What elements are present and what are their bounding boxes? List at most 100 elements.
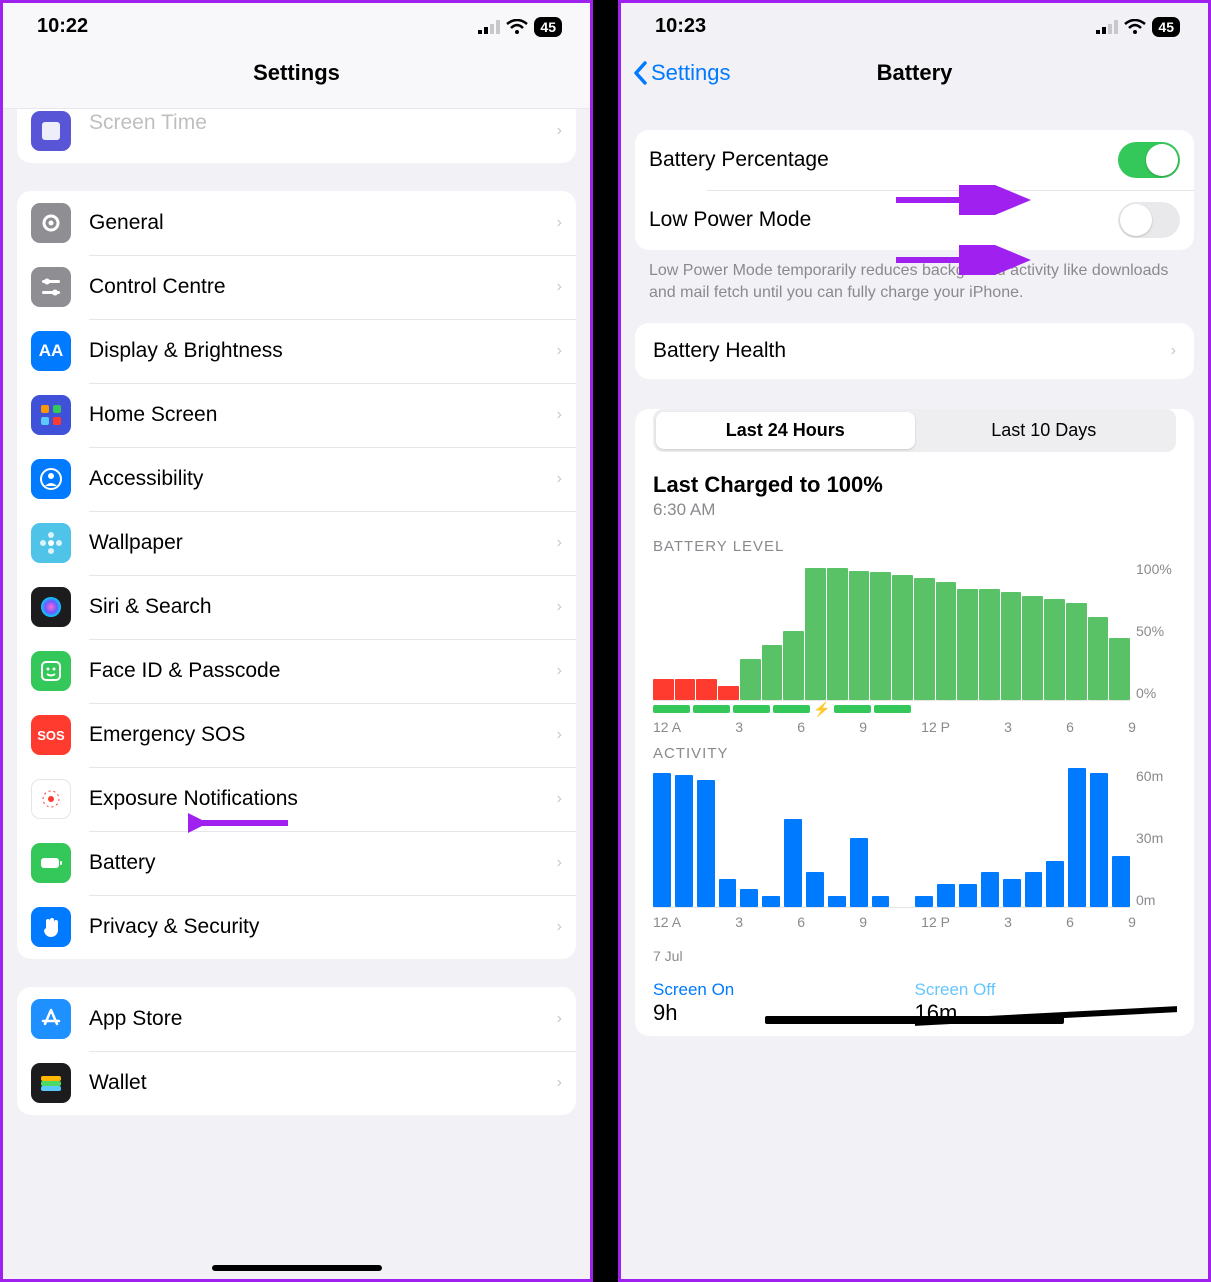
wifi-icon (506, 19, 528, 35)
clock: 10:23 (655, 15, 706, 38)
flower-icon (31, 523, 71, 563)
chevron-right-icon: › (557, 1010, 562, 1028)
date-chip: 7 Jul (653, 948, 683, 964)
appstore-icon (31, 999, 71, 1039)
chevron-right-icon: › (1171, 342, 1176, 360)
row-label: Low Power Mode (649, 208, 1118, 232)
right-screenshot: 10:23 45 Settings Battery Battery Percen… (618, 0, 1211, 1282)
row-label: Face ID & Passcode (89, 659, 557, 683)
chevron-right-icon: › (557, 342, 562, 360)
row-label: Siri & Search (89, 595, 557, 619)
battery-icon (31, 843, 71, 883)
status-bar: 10:22 45 (3, 3, 590, 42)
AA-icon: AA (31, 331, 71, 371)
chevron-right-icon: › (557, 214, 562, 232)
row-label: Battery Percentage (649, 148, 1118, 172)
settings-row-wallpaper[interactable]: Wallpaper› (17, 511, 576, 575)
battery-toggles-group: Battery Percentage Low Power Mode (635, 130, 1194, 250)
back-label: Settings (651, 60, 731, 86)
x-axis-ticks: 12 A36912 P369 (635, 908, 1194, 940)
chevron-right-icon: › (557, 534, 562, 552)
row-label: Wallet (89, 1071, 557, 1095)
battery-health-group: Battery Health › (635, 323, 1194, 379)
time-range-segmented[interactable]: Last 24 Hours Last 10 Days (653, 409, 1176, 452)
battery-health-row[interactable]: Battery Health › (635, 323, 1194, 379)
page-title: Battery (877, 60, 953, 86)
last-charged-title: Last Charged to 100% (635, 466, 1194, 500)
chevron-right-icon: › (557, 598, 562, 616)
row-label: Exposure Notifications (89, 787, 557, 811)
settings-row-home-screen[interactable]: Home Screen› (17, 383, 576, 447)
settings-row-siri-search[interactable]: Siri & Search› (17, 575, 576, 639)
hand-icon (31, 907, 71, 947)
grid-icon (31, 395, 71, 435)
chevron-right-icon: › (557, 406, 562, 424)
chevron-right-icon: › (557, 790, 562, 808)
chevron-right-icon: › (557, 854, 562, 872)
settings-row-face-id-passcode[interactable]: Face ID & Passcode› (17, 639, 576, 703)
sliders-icon (31, 267, 71, 307)
redaction-bar (765, 1016, 1064, 1024)
settings-row-general[interactable]: General› (17, 191, 576, 255)
signal-icon (1096, 20, 1118, 34)
settings-row-wallet[interactable]: Wallet› (17, 1051, 576, 1115)
last-charged-time: 6:30 AM (635, 500, 1194, 538)
settings-row-privacy-security[interactable]: Privacy & Security› (17, 895, 576, 959)
siri-icon (31, 587, 71, 627)
battery-level-chart: 100%50%0% (635, 561, 1194, 701)
screen-off-label: Screen Off (915, 980, 1177, 1000)
chevron-right-icon: › (557, 662, 562, 680)
chevron-left-icon (633, 61, 649, 85)
status-bar: 10:23 45 (621, 3, 1208, 42)
usage-card: Last 24 Hours Last 10 Days Last Charged … (635, 409, 1194, 1036)
settings-row-emergency-sos[interactable]: SOSEmergency SOS› (17, 703, 576, 767)
person-icon (31, 459, 71, 499)
nav-bar: Settings Battery (621, 42, 1208, 100)
tab-last-24-hours[interactable]: Last 24 Hours (656, 412, 915, 449)
x-axis-ticks: 12 A36912 P369 (635, 713, 1194, 745)
chevron-right-icon: › (557, 278, 562, 296)
chevron-right-icon: › (557, 1074, 562, 1092)
settings-row-display-brightness[interactable]: AA Display & Brightness› (17, 319, 576, 383)
row-label: Control Centre (89, 275, 557, 299)
battery-percentage-toggle[interactable] (1118, 142, 1180, 178)
settings-group-main: General›Control Centre›AADisplay & Brigh… (17, 191, 576, 959)
screen-time-row[interactable]: Screen Time › (17, 109, 576, 163)
activity-label: ACTIVITY (635, 745, 1194, 768)
dots-icon (31, 779, 71, 819)
gear-icon (31, 203, 71, 243)
battery-indicator: 45 (1152, 17, 1180, 37)
row-label: Emergency SOS (89, 723, 557, 747)
wifi-icon (1124, 19, 1146, 35)
screen-on-label: Screen On (653, 980, 915, 1000)
wallet-icon (31, 1063, 71, 1103)
settings-group-store: App Store›Wallet› (17, 987, 576, 1115)
battery-level-label: BATTERY LEVEL (635, 538, 1194, 561)
low-power-mode-row[interactable]: Low Power Mode (635, 190, 1194, 250)
chevron-right-icon: › (557, 918, 562, 936)
battery-percentage-row[interactable]: Battery Percentage (635, 130, 1194, 190)
settings-group-peek: Screen Time › (17, 109, 576, 163)
settings-row-control-centre[interactable]: Control Centre› (17, 255, 576, 319)
row-label: General (89, 211, 557, 235)
page-title: Settings (253, 60, 340, 86)
settings-row-app-store[interactable]: App Store› (17, 987, 576, 1051)
battery-indicator: 45 (534, 17, 562, 37)
row-label: Screen Time (89, 111, 557, 135)
low-power-mode-note: Low Power Mode temporarily reduces backg… (621, 260, 1208, 323)
settings-row-battery[interactable]: Battery› (17, 831, 576, 895)
row-label: Display & Brightness (89, 339, 557, 363)
screentime-icon (31, 111, 71, 151)
settings-row-exposure-notifications[interactable]: Exposure Notifications› (17, 767, 576, 831)
row-label: Privacy & Security (89, 915, 557, 939)
charging-strip: ⚡ (653, 705, 1136, 713)
back-button[interactable]: Settings (633, 60, 731, 86)
chevron-right-icon: › (557, 470, 562, 488)
home-indicator[interactable] (212, 1265, 382, 1271)
low-power-mode-toggle[interactable] (1118, 202, 1180, 238)
clock: 10:22 (37, 15, 88, 38)
tab-last-10-days[interactable]: Last 10 Days (915, 412, 1174, 449)
settings-row-accessibility[interactable]: Accessibility› (17, 447, 576, 511)
chevron-right-icon: › (557, 122, 562, 140)
nav-bar: Settings (3, 42, 590, 100)
